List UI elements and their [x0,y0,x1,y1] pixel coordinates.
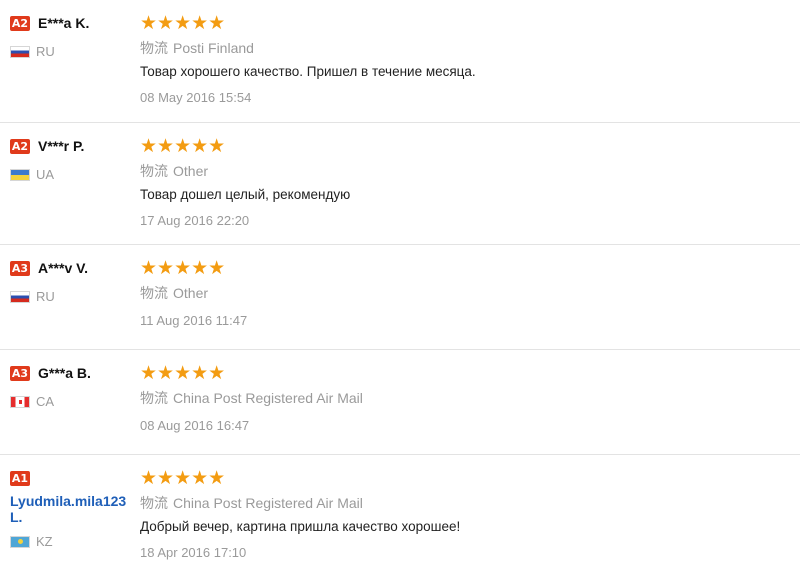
review-item: A2 E***a K. RU ★★★★★ 物流 Posti Finland Тов… [0,0,800,123]
logistics-info: 物流 Posti Finland [140,38,254,58]
logistics-info: 物流 Other [140,161,208,181]
logistics-info: 物流 China Post Registered Air Mail [140,388,363,408]
star-rating: ★★★★★ [140,135,226,157]
logistics-info: 物流 Other [140,283,208,303]
buyer-name: G***a B. [38,365,91,381]
shipping-method: Posti Finland [173,40,254,56]
review-comment: Товар дошел целый, рекомендую [140,187,351,202]
star-rating: ★★★★★ [140,257,226,279]
shipping-method: Other [173,163,209,179]
russia-flag-icon [10,290,30,303]
review-comment: Товар хорошего качество. Пришел в течени… [140,64,476,79]
star-rating: ★★★★★ [140,362,226,384]
buyer-name: V***r P. [38,138,85,154]
buyer-country: RU [10,44,55,59]
logistics-label: 物流 [140,41,168,57]
logistics-label: 物流 [140,164,168,180]
buyer-name: A***v V. [38,260,89,276]
buyer-country: KZ [10,534,53,549]
buyer-level-badge: A1 [10,471,30,486]
buyer-name-link[interactable]: Lyudmila.mila123 L. [10,493,135,525]
russia-flag-icon [10,45,30,58]
logistics-label: 物流 [140,496,168,512]
star-rating: ★★★★★ [140,467,226,489]
buyer-country: RU [10,289,55,304]
country-code: RU [36,289,55,304]
country-code: KZ [36,534,53,549]
review-item: A1 Lyudmila.mila123 L. KZ ★★★★★ 物流 China … [0,455,800,570]
review-item: A3 A***v V. RU ★★★★★ 物流 Other 11 Aug 2016… [0,245,800,350]
ukraine-flag-icon [10,168,30,181]
review-item: A3 G***a B. CA ★★★★★ 物流 China Post Regist… [0,350,800,455]
shipping-method: China Post Registered Air Mail [173,495,363,511]
star-rating: ★★★★★ [140,12,226,34]
buyer-level-badge: A2 [10,139,30,154]
canada-flag-icon [10,395,30,408]
reviews-list: A2 E***a K. RU ★★★★★ 物流 Posti Finland Тов… [0,0,800,570]
buyer-country: CA [10,394,54,409]
review-date: 08 May 2016 15:54 [140,90,252,105]
logistics-label: 物流 [140,391,168,407]
buyer-country: UA [10,167,54,182]
review-date: 08 Aug 2016 16:47 [140,418,250,433]
review-date: 18 Apr 2016 17:10 [140,545,247,560]
country-code: RU [36,44,55,59]
kazakhstan-flag-icon [10,535,30,548]
shipping-method: Other [173,285,209,301]
buyer-level-badge: A2 [10,16,30,31]
country-code: UA [36,167,55,182]
review-date: 17 Aug 2016 22:20 [140,213,250,228]
review-date: 11 Aug 2016 11:47 [140,313,248,328]
logistics-info: 物流 China Post Registered Air Mail [140,493,363,513]
buyer-name: E***a K. [38,15,90,31]
review-comment: Добрый вечер, картина пришла качество хо… [140,519,461,534]
buyer-level-badge: A3 [10,261,30,276]
shipping-method: China Post Registered Air Mail [173,390,363,406]
logistics-label: 物流 [140,286,168,302]
buyer-level-badge: A3 [10,366,30,381]
review-item: A2 V***r P. UA ★★★★★ 物流 Other Товар дошел… [0,123,800,245]
country-code: CA [36,394,55,409]
